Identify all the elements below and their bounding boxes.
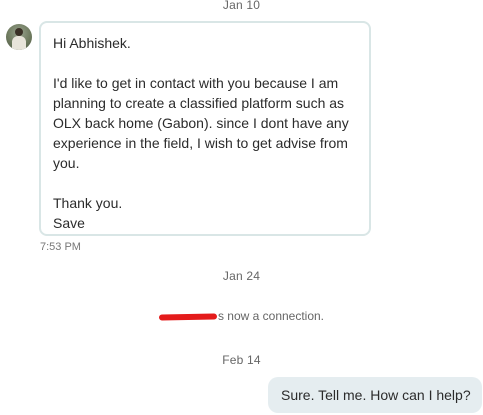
date-separator-feb-14: Feb 14 (222, 353, 261, 367)
message-signature: Save (53, 215, 85, 231)
chat-thread: Jan 10 Hi Abhishek. I'd like to get in c… (0, 0, 483, 415)
message-closing: Thank you. (53, 195, 123, 211)
connection-notice: s now a connection. (0, 309, 483, 323)
avatar-head-shape (15, 28, 23, 36)
message-timestamp: 7:53 PM (40, 241, 81, 253)
date-separator-jan-24: Jan 24 (222, 269, 261, 283)
redacted-name-mark (158, 313, 218, 321)
avatar-body-shape (12, 36, 26, 50)
message-greeting: Hi Abhishek. (53, 35, 131, 51)
date-separator-jan-10: Jan 10 (222, 0, 261, 12)
incoming-message-bubble: Hi Abhishek. I'd like to get in contact … (39, 21, 371, 236)
outgoing-message-bubble: Sure. Tell me. How can I help? (268, 377, 482, 413)
message-body: I'd like to get in contact with you beca… (53, 75, 349, 171)
connection-notice-text: s now a connection. (217, 309, 325, 323)
sender-avatar[interactable] (6, 24, 32, 50)
